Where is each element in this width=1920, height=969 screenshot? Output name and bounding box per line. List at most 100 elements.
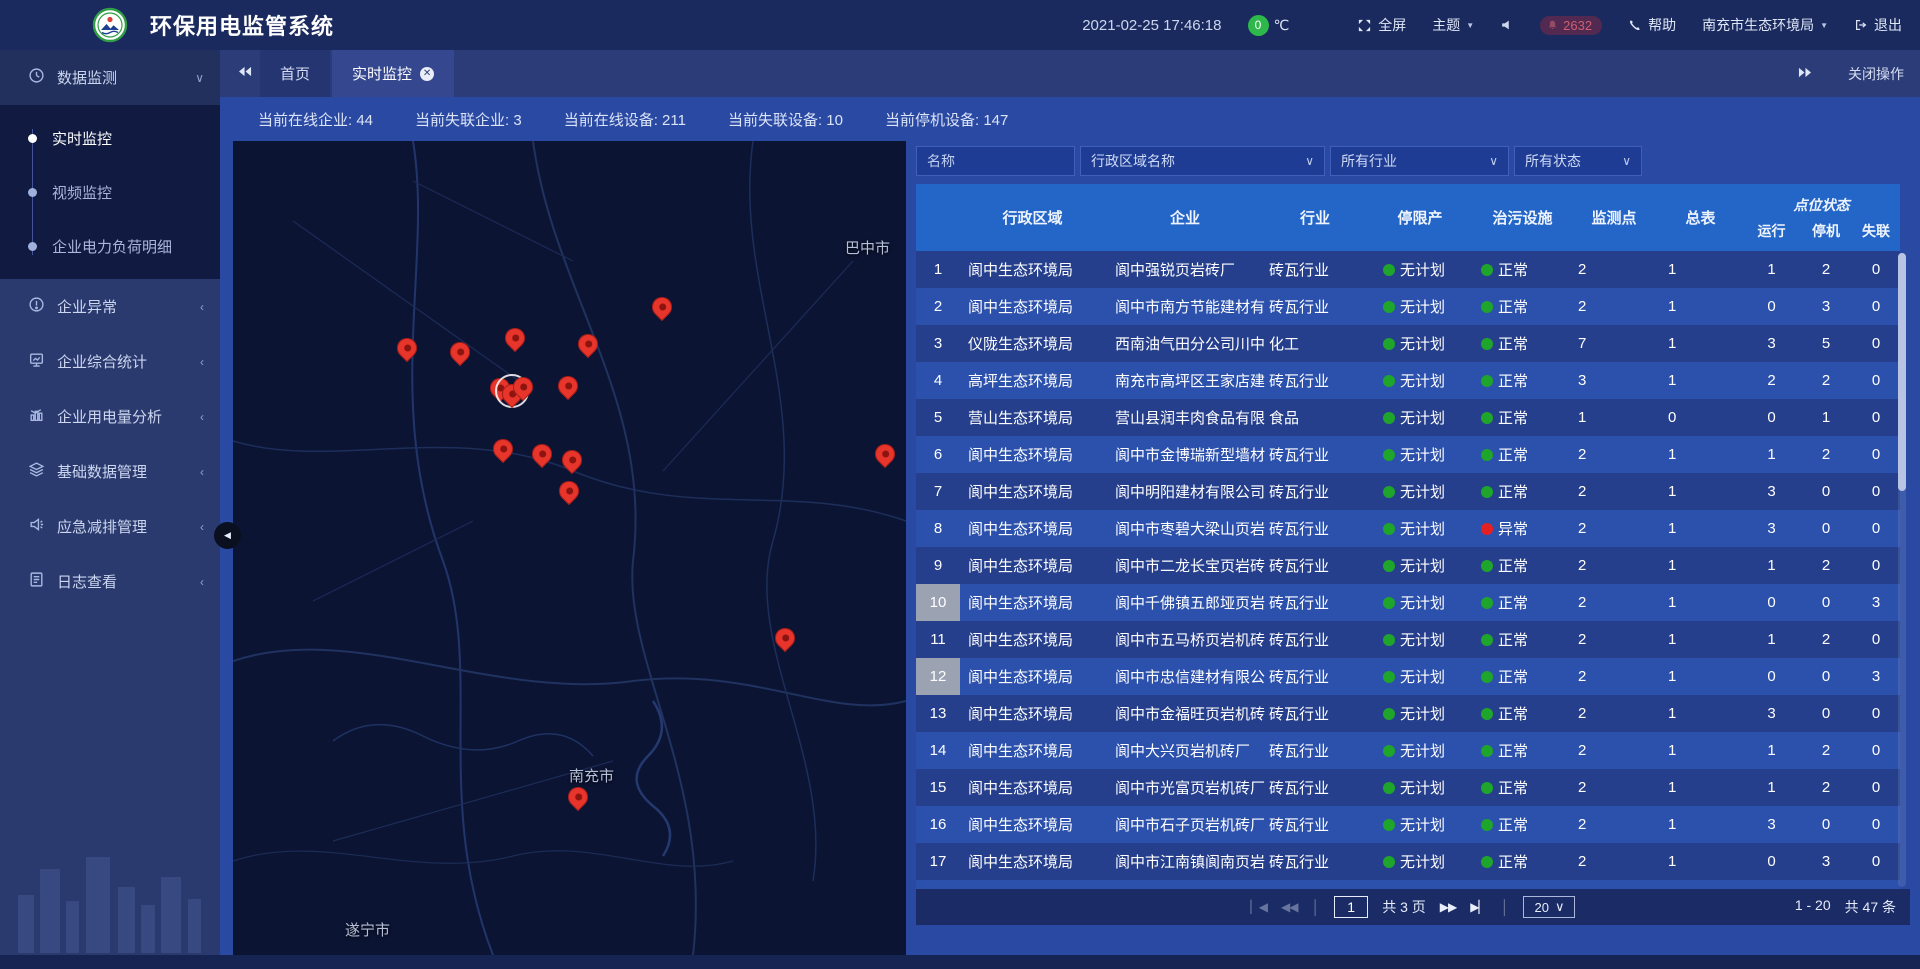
panel-collapse-button[interactable]: ◀ xyxy=(214,522,241,549)
cell-meters: 1 xyxy=(1658,251,1743,288)
mute-speaker-button[interactable] xyxy=(1500,18,1514,32)
table-row[interactable]: 1阆中生态环境局阆中强锐页岩砖厂砖瓦行业无计划正常21120 xyxy=(916,251,1900,288)
limit-label: 无计划 xyxy=(1400,444,1445,465)
table-row[interactable]: 13阆中生态环境局阆中市金福旺页岩机砖砖瓦行业无计划正常21300 xyxy=(916,695,1900,732)
cell-company: 阆中市五马桥页岩机砖 xyxy=(1105,621,1265,658)
facility-label: 正常 xyxy=(1498,555,1528,576)
cell-run: 1 xyxy=(1743,621,1800,658)
table-row[interactable]: 16阆中生态环境局阆中市石子页岩机砖厂砖瓦行业无计划正常21300 xyxy=(916,806,1900,843)
sidebar-submenu: 实时监控视频监控企业电力负荷明细 xyxy=(0,105,220,279)
cell-index: 10 xyxy=(916,584,960,621)
close-operations-dropdown[interactable]: 关闭操作 xyxy=(1848,64,1904,84)
table-row[interactable]: 14阆中生态环境局阆中大兴页岩机砖厂砖瓦行业无计划正常21120 xyxy=(916,732,1900,769)
table-row[interactable]: 12阆中生态环境局阆中市忠信建材有限公砖瓦行业无计划正常21003 xyxy=(916,658,1900,695)
first-page-button[interactable]: ▏◀ xyxy=(1251,900,1267,914)
cell-index: 17 xyxy=(916,843,960,880)
cell-lost: 0 xyxy=(1852,806,1900,843)
cell-lost: 0 xyxy=(1852,769,1900,806)
table-row[interactable]: 2阆中生态环境局阆中市南方节能建材有砖瓦行业无计划正常21030 xyxy=(916,288,1900,325)
page-size-select[interactable]: 20∨ xyxy=(1523,896,1575,918)
page-number-input[interactable] xyxy=(1334,896,1368,918)
next-page-button[interactable]: ▶▶ xyxy=(1440,900,1456,914)
sidebar-item-企业综合统计[interactable]: 企业综合统计‹ xyxy=(0,334,220,389)
cell-company: 阆中市光富页岩机砖厂 xyxy=(1105,769,1265,806)
table-row[interactable]: 11阆中生态环境局阆中市五马桥页岩机砖砖瓦行业无计划正常21120 xyxy=(916,621,1900,658)
table-row[interactable]: 4高坪生态环境局南充市高坪区王家店建砖瓦行业无计划正常31220 xyxy=(916,362,1900,399)
cell-company: 南充市高坪区王家店建 xyxy=(1105,362,1265,399)
status-dot-icon xyxy=(1383,449,1395,461)
sidebar-subitem-label: 企业电力负荷明细 xyxy=(52,236,172,257)
status-dot-icon xyxy=(1481,782,1493,794)
sidebar-item-应急减排管理[interactable]: 应急减排管理‹ xyxy=(0,499,220,554)
fullscreen-button[interactable]: 全屏 xyxy=(1357,15,1406,35)
tab-首页[interactable]: 首页 xyxy=(260,50,330,97)
last-page-button[interactable]: ▶▏ xyxy=(1470,900,1486,914)
theme-dropdown[interactable]: 主题▼ xyxy=(1432,15,1474,35)
sidebar-item-企业异常[interactable]: 企业异常‹ xyxy=(0,279,220,334)
tab-实时监控[interactable]: 实时监控✕ xyxy=(332,50,454,97)
table-row[interactable]: 10阆中生态环境局阆中千佛镇五郎垭页岩砖瓦行业无计划正常21003 xyxy=(916,584,1900,621)
cell-company: 阆中市金福旺页岩机砖 xyxy=(1105,695,1265,732)
facility-label: 正常 xyxy=(1498,851,1528,872)
map-panel[interactable]: 巴中市南充市遂宁市 xyxy=(233,141,906,955)
status-dot-icon xyxy=(1481,449,1493,461)
tabs-scroll-left-button[interactable] xyxy=(230,65,260,83)
table-row[interactable]: 3仪陇生态环境局西南油气田分公司川中化工无计划正常71350 xyxy=(916,325,1900,362)
cell-points: 1 xyxy=(1570,399,1658,436)
cell-meters: 1 xyxy=(1658,658,1743,695)
cell-facility: 正常 xyxy=(1475,436,1570,473)
close-icon[interactable]: ✕ xyxy=(420,67,434,81)
cell-facility: 正常 xyxy=(1475,473,1570,510)
logout-button[interactable]: 退出 xyxy=(1854,15,1902,35)
status-select[interactable]: 所有状态∨ xyxy=(1514,146,1642,176)
table-row[interactable]: 9阆中生态环境局阆中市二龙长宝页岩砖砖瓦行业无计划正常21120 xyxy=(916,547,1900,584)
cell-facility: 正常 xyxy=(1475,325,1570,362)
status-dot-icon xyxy=(1383,338,1395,350)
name-search-input[interactable] xyxy=(927,153,1064,169)
table-row[interactable]: 7阆中生态环境局阆中明阳建材有限公司砖瓦行业无计划正常21300 xyxy=(916,473,1900,510)
cell-region: 阆中生态环境局 xyxy=(960,695,1105,732)
limit-label: 无计划 xyxy=(1400,851,1445,872)
sidebar-item-日志查看[interactable]: 日志查看‹ xyxy=(0,554,220,609)
industry-select[interactable]: 所有行业∨ xyxy=(1330,146,1509,176)
cell-run: 0 xyxy=(1743,880,1800,889)
chevron-left-icon: ‹ xyxy=(200,355,204,369)
status-dot-icon xyxy=(1481,523,1493,535)
table-row[interactable]: 17阆中生态环境局阆中市江南镇阆南页岩砖瓦行业无计划正常21030 xyxy=(916,843,1900,880)
help-button[interactable]: 帮助 xyxy=(1628,15,1676,35)
cell-lost: 0 xyxy=(1852,473,1900,510)
table-row[interactable]: 8阆中生态环境局阆中市枣碧大梁山页岩砖瓦行业无计划异常21300 xyxy=(916,510,1900,547)
cell-industry: 砖瓦行业 xyxy=(1265,288,1365,325)
limit-label: 无计划 xyxy=(1400,518,1445,539)
row-range-label: 1 - 20 xyxy=(1795,897,1831,917)
sidebar-subitem-企业电力负荷明细[interactable]: 企业电力负荷明细 xyxy=(0,219,220,273)
prev-page-button[interactable]: ◀◀ xyxy=(1281,900,1297,914)
sidebar-item-数据监测[interactable]: 数据监测∨ xyxy=(0,50,220,105)
tabs-scroll-right-button[interactable] xyxy=(1797,66,1812,82)
chart-icon xyxy=(28,406,45,427)
column-lost: 失联 xyxy=(1852,216,1900,251)
chevron-down-icon: ▼ xyxy=(1466,21,1474,30)
sidebar-item-企业用电量分析[interactable]: 企业用电量分析‹ xyxy=(0,389,220,444)
table-row[interactable]: 15阆中生态环境局阆中市光富页岩机砖厂砖瓦行业无计划正常21120 xyxy=(916,769,1900,806)
sidebar-subitem-视频监控[interactable]: 视频监控 xyxy=(0,165,220,219)
region-select[interactable]: 行政区域名称∨ xyxy=(1080,146,1325,176)
sidebar-item-基础数据管理[interactable]: 基础数据管理‹ xyxy=(0,444,220,499)
cell-company: 南部县碧龙乡宏远页岩 xyxy=(1105,880,1265,889)
table-row[interactable]: 6阆中生态环境局阆中市金博瑞新型墙材砖瓦行业无计划正常21120 xyxy=(916,436,1900,473)
cell-stop: 0 xyxy=(1800,510,1852,547)
table-scrollbar-thumb[interactable] xyxy=(1898,253,1906,491)
cell-region: 阆中生态环境局 xyxy=(960,288,1105,325)
table-row[interactable]: 5营山生态环境局营山县润丰肉食品有限食品无计划正常10010 xyxy=(916,399,1900,436)
chevron-left-icon: ‹ xyxy=(200,410,204,424)
user-org-dropdown[interactable]: 南充市生态环境局▼ xyxy=(1702,15,1828,35)
double-right-arrow-icon xyxy=(1797,66,1812,79)
cell-meters: 0 xyxy=(1658,399,1743,436)
notification-badge[interactable]: 2632 xyxy=(1540,16,1602,35)
sidebar-subitem-实时监控[interactable]: 实时监控 xyxy=(0,111,220,165)
column-index xyxy=(916,184,960,251)
cell-stop: 0 xyxy=(1800,806,1852,843)
cell-company: 营山县润丰肉食品有限 xyxy=(1105,399,1265,436)
cell-run: 1 xyxy=(1743,732,1800,769)
table-row[interactable]: 18南部生态环境局南部县碧龙乡宏远页岩砖瓦行业无计划正常21060 xyxy=(916,880,1900,889)
